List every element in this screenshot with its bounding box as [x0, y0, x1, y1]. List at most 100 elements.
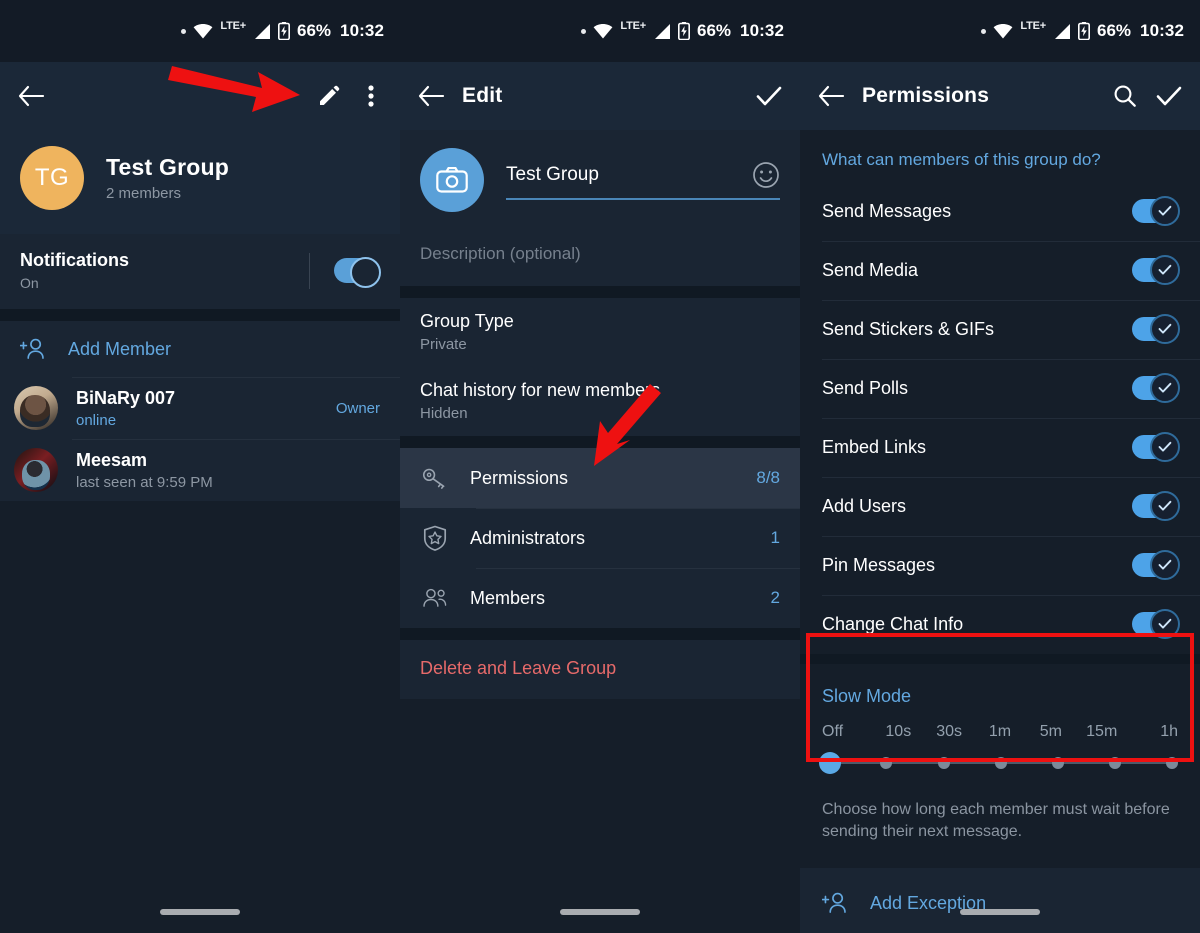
check-icon[interactable] — [756, 83, 782, 109]
group-profile-header: TG Test Group 2 members — [0, 130, 400, 234]
permission-toggle[interactable] — [1132, 373, 1180, 403]
group-name-input[interactable]: Test Group — [506, 161, 780, 200]
slow-mode-option-1[interactable]: 10s — [873, 723, 924, 741]
gesture-bar[interactable] — [560, 909, 640, 915]
status-bar: LTE+ 66% 10:32 — [0, 0, 400, 62]
slider-stop-6[interactable] — [1165, 757, 1178, 769]
permissions-label: Permissions — [470, 467, 569, 488]
network-type-label: LTE+ — [620, 20, 646, 32]
slider-stop-2[interactable] — [937, 757, 950, 769]
permission-row-send-stickers-gifs[interactable]: Send Stickers & GIFs — [800, 300, 1200, 359]
members-label: Members — [470, 587, 546, 608]
check-icon[interactable] — [1156, 83, 1182, 109]
group-type-label: Group Type — [420, 311, 514, 331]
page-title: Edit — [462, 84, 503, 107]
permission-toggle[interactable] — [1132, 432, 1180, 462]
delete-and-leave-group-button[interactable]: Delete and Leave Group — [400, 640, 800, 699]
battery-percent: 66% — [696, 21, 732, 40]
permission-row-change-chat-info[interactable]: Change Chat Info — [800, 595, 1200, 654]
permission-row-pin-messages[interactable]: Pin Messages — [800, 536, 1200, 595]
wifi-icon — [593, 23, 613, 39]
slow-mode-option-3[interactable]: 1m — [975, 723, 1026, 741]
gesture-cell — [800, 895, 1200, 933]
permission-label: Change Chat Info — [822, 613, 964, 634]
permission-toggle[interactable] — [1132, 196, 1180, 226]
group-name-value: Test Group — [506, 163, 599, 185]
chat-history-row[interactable]: Chat history for new members Hidden — [400, 367, 800, 436]
slider-stop-5[interactable] — [1108, 757, 1121, 769]
slider-stop-1[interactable] — [880, 757, 893, 769]
permission-toggle[interactable] — [1132, 609, 1180, 639]
chat-history-label: Chat history for new members — [420, 380, 661, 400]
permission-row-send-media[interactable]: Send Media — [800, 241, 1200, 300]
group-name: Test Group — [106, 154, 229, 180]
divider — [309, 252, 310, 289]
slider-stop-0[interactable] — [818, 752, 841, 774]
gesture-bar[interactable] — [160, 909, 240, 915]
slow-mode-option-0[interactable]: Off — [822, 723, 873, 741]
network-type-label: LTE+ — [220, 20, 246, 32]
slow-mode-slider[interactable] — [818, 749, 1178, 777]
gesture-bar[interactable] — [960, 909, 1040, 915]
permission-label: Pin Messages — [822, 554, 936, 575]
avatar: TG — [20, 146, 84, 210]
permission-toggle[interactable] — [1132, 314, 1180, 344]
overflow-menu-icon[interactable] — [360, 85, 382, 107]
slider-stop-4[interactable] — [1051, 757, 1064, 769]
permission-row-embed-links[interactable]: Embed Links — [800, 418, 1200, 477]
section-gap — [400, 436, 800, 448]
slow-mode-option-2[interactable]: 30s — [924, 723, 975, 741]
back-arrow-icon[interactable] — [818, 83, 844, 109]
section-gap — [400, 286, 800, 298]
emoji-icon[interactable] — [752, 161, 780, 189]
battery-icon — [677, 22, 690, 40]
back-arrow-icon[interactable] — [418, 83, 444, 109]
notifications-section: Notifications On — [0, 234, 400, 309]
pencil-icon[interactable] — [316, 83, 342, 109]
description-input[interactable]: Description (optional) — [400, 238, 800, 286]
signal-bars-icon — [653, 23, 671, 39]
notifications-toggle[interactable] — [334, 257, 381, 288]
group-member-count: 2 members — [106, 185, 182, 202]
slow-mode-option-6[interactable]: 1h — [1127, 723, 1178, 741]
members-section: Add Member BiNaRy 007 online Owner Meesa… — [0, 321, 400, 501]
status-dot-icon — [581, 28, 587, 34]
add-member-row[interactable]: Add Member — [0, 321, 400, 377]
administrators-row[interactable]: Administrators 1 — [400, 508, 800, 568]
permission-row-send-polls[interactable]: Send Polls — [800, 359, 1200, 418]
administrators-count: 1 — [770, 528, 780, 547]
group-edit-screen: LTE+ 66% 10:32 Edit Test Group Descripti… — [400, 0, 800, 933]
back-arrow-icon[interactable] — [18, 83, 44, 109]
member-status: last seen at 9:59 PM — [76, 473, 213, 491]
signal-bars-icon — [253, 23, 271, 39]
profile-app-bar — [0, 62, 400, 130]
slow-mode-option-5[interactable]: 15m — [1076, 723, 1127, 741]
permission-row-add-users[interactable]: Add Users — [800, 477, 1200, 536]
chat-history-value: Hidden — [420, 405, 468, 422]
slow-mode-option-4[interactable]: 5m — [1025, 723, 1076, 741]
members-icon — [422, 585, 448, 611]
group-type-row[interactable]: Group Type Private — [400, 298, 800, 367]
member-name: BiNaRy 007 — [76, 387, 176, 408]
camera-icon[interactable] — [420, 148, 484, 212]
avatar — [14, 386, 58, 430]
permission-toggle[interactable] — [1132, 550, 1180, 580]
search-icon[interactable] — [1112, 83, 1138, 109]
permissions-row[interactable]: Permissions 8/8 — [400, 448, 800, 508]
members-row[interactable]: Members 2 — [400, 568, 800, 628]
section-gap — [400, 628, 800, 640]
status-bar: LTE+ 66% 10:32 — [400, 0, 800, 62]
notifications-row[interactable]: Notifications On — [0, 234, 400, 309]
battery-percent: 66% — [296, 21, 332, 40]
list-item[interactable]: BiNaRy 007 online Owner — [0, 377, 400, 439]
section-gap — [800, 654, 1200, 664]
wifi-icon — [993, 23, 1013, 39]
permission-toggle[interactable] — [1132, 491, 1180, 521]
clock: 10:32 — [340, 21, 384, 40]
list-item[interactable]: Meesam last seen at 9:59 PM — [0, 439, 400, 501]
slider-stop-3[interactable] — [994, 757, 1007, 769]
permission-row-send-messages[interactable]: Send Messages — [800, 182, 1200, 241]
members-count: 2 — [770, 588, 780, 607]
permission-toggle[interactable] — [1132, 255, 1180, 285]
signal-bars-icon — [1053, 23, 1071, 39]
